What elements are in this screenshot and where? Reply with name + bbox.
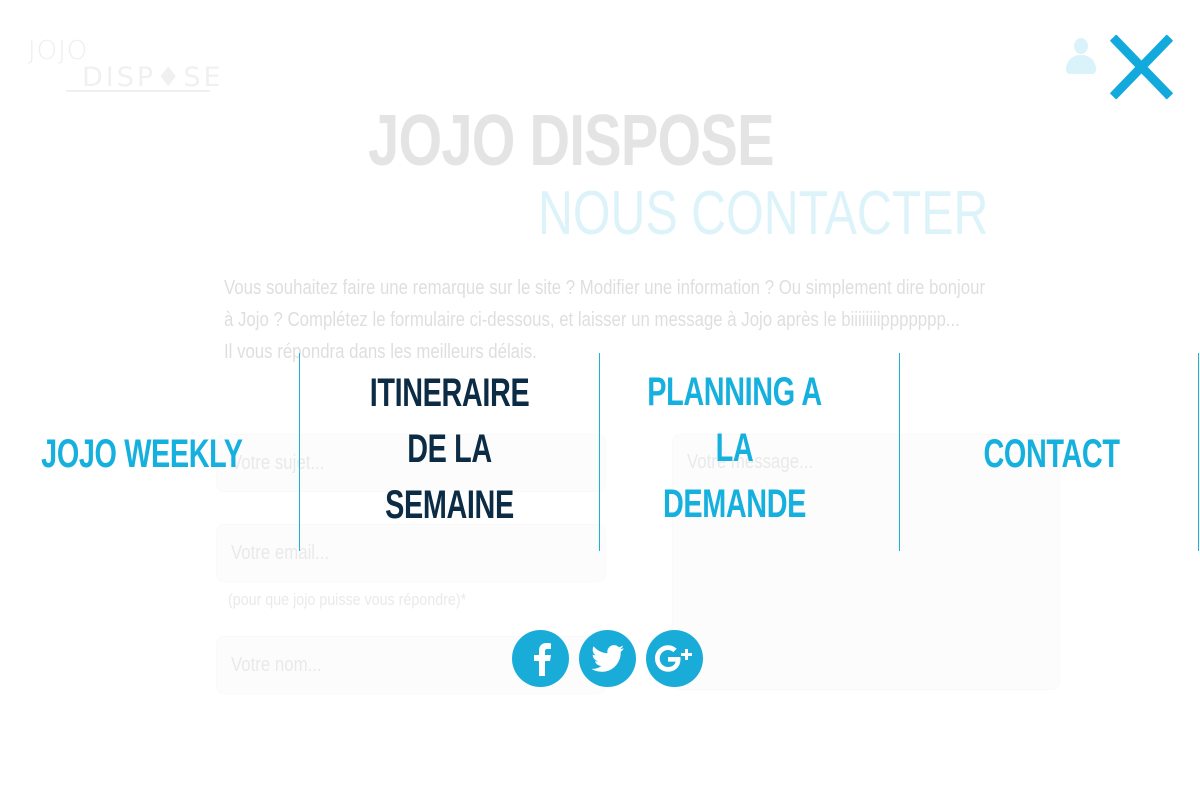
- logo-underline: [66, 90, 210, 92]
- user-icon-head: [1074, 38, 1088, 54]
- menu-link-itineraire[interactable]: ITINERAIRE DE LA SEMAINE: [300, 353, 599, 551]
- intro-line: à Jojo ? Complétez le formulaire ci-dess…: [224, 309, 960, 331]
- menu-link-jojo-weekly[interactable]: JOJO WEEKLY: [0, 353, 300, 551]
- logo-jojo: JOJO: [28, 36, 89, 66]
- email-hint: (pour que jojo puisse vous répondre)*: [228, 590, 467, 609]
- menu-link-contact[interactable]: CONTACT: [900, 353, 1199, 551]
- menu-link-planning[interactable]: PLANNING A LA DEMANDE: [600, 353, 899, 551]
- name-placeholder: Votre nom...: [231, 653, 322, 676]
- intro-line: Vous souhaitez faire une remarque sur le…: [224, 277, 986, 299]
- close-menu-icon[interactable]: [1106, 32, 1178, 102]
- twitter-icon[interactable]: [579, 630, 636, 687]
- menu-label: JOJO WEEKLY: [41, 432, 243, 476]
- google-plus-glyph: [654, 644, 692, 672]
- page-title: NOUS CONTACTER: [538, 179, 989, 248]
- menu-label: CONTACT: [983, 432, 1120, 476]
- menu-label: ITINERAIRE DE LA SEMAINE: [369, 371, 530, 527]
- site-title: JOJO DISPOSE: [368, 101, 775, 181]
- menu-item-itineraire: ITINERAIRE DE LA SEMAINE: [299, 353, 599, 551]
- google-plus-icon[interactable]: [646, 630, 703, 687]
- site-logo[interactable]: JOJO DISP♦SE: [28, 36, 221, 98]
- page: JOJO DISP♦SE JOJO DISPOSE NOUS CONTACTER…: [0, 0, 1200, 804]
- menu-label: PLANNING A LA DEMANDE: [647, 370, 822, 526]
- twitter-glyph: [590, 644, 624, 672]
- menu-divider: [1198, 353, 1199, 551]
- facebook-glyph: [533, 642, 551, 676]
- facebook-icon[interactable]: [512, 630, 569, 687]
- user-icon-body: [1066, 55, 1096, 74]
- logo-dispose: DISP♦SE: [82, 62, 224, 93]
- menu-item-contact: CONTACT: [899, 353, 1199, 551]
- menu-item-planning: PLANNING A LA DEMANDE: [599, 353, 899, 551]
- menu-item-jojo-weekly: JOJO WEEKLY: [0, 353, 300, 551]
- user-account-icon[interactable]: [1066, 38, 1096, 74]
